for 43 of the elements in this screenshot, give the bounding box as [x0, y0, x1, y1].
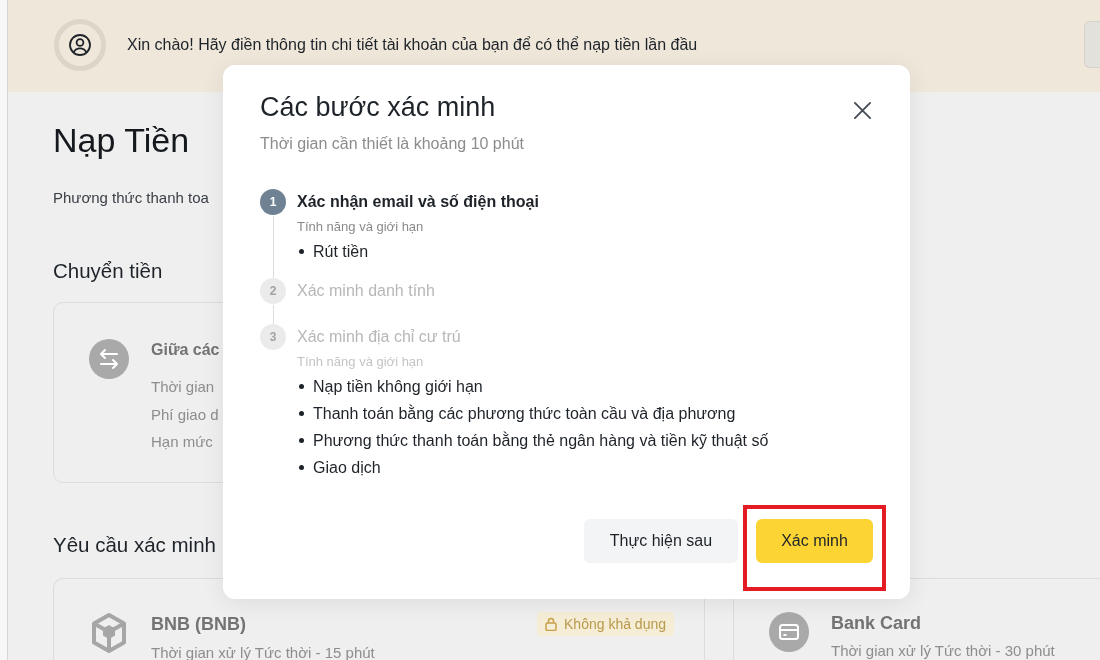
method-detail: Thời gian xử lý Tức thời - 30 phút: [831, 641, 1055, 660]
close-button[interactable]: [853, 101, 872, 120]
feature-text: Phương thức thanh toán bằng thẻ ngân hàng và tiền kỹ thuật số: [313, 430, 769, 451]
cube-icon: [89, 611, 129, 654]
user-icon: [54, 19, 106, 71]
page-subtitle: Phương thức thanh toa: [53, 188, 209, 208]
bullet-icon: [299, 249, 304, 254]
feature-text: Thanh toán bằng các phương thức toàn cầu và địa phương: [313, 403, 736, 424]
method-detail: Phí giao d: [151, 404, 219, 425]
method-title: Bank Card: [831, 611, 922, 634]
swap-arrows-icon: [89, 339, 129, 379]
feature-text: Nạp tiền không giới hạn: [313, 377, 483, 397]
bullet-icon: [299, 384, 304, 389]
lock-icon: [545, 616, 557, 631]
step-number: 3: [260, 324, 286, 350]
method-title: BNB (BNB): [151, 612, 246, 635]
method-title: Giữa các: [151, 340, 220, 360]
banner-message: Xin chào! Hãy điền thông tin chi tiết tài khoản của bạn để có thể nạp tiền lần đầu: [127, 35, 698, 55]
later-button[interactable]: Thực hiện sau: [584, 519, 738, 563]
credit-card-icon: [769, 611, 809, 652]
feature-text: Rút tiền: [313, 242, 369, 262]
method-detail: Hạn mức: [151, 432, 213, 452]
verify-button[interactable]: Xác minh: [756, 519, 873, 563]
dialog-subtitle: Thời gian cần thiết là khoảng 10 phút: [260, 134, 524, 154]
bullet-icon: [299, 411, 304, 416]
tag-text: Không khả dụng: [564, 614, 666, 633]
bullet-icon: [299, 465, 304, 470]
bullet-icon: [299, 438, 304, 443]
page-title: Nạp Tiền: [53, 120, 190, 161]
section-heading: Yêu cầu xác minh: [53, 531, 216, 558]
step-title: Xác minh danh tính: [297, 281, 435, 301]
method-detail: Thời gian xử lý Tức thời - 15 phút: [151, 643, 375, 660]
step-number: 1: [260, 189, 286, 215]
close-icon: [853, 101, 872, 120]
step-title: Xác nhận email và số điện thoại: [297, 192, 539, 212]
feature-text: Giao dịch: [313, 458, 381, 478]
dialog-title: Các bước xác minh: [260, 91, 496, 124]
features-label: Tính năng và giới hạn: [297, 353, 424, 371]
section-heading: Chuyển tiền: [53, 258, 163, 284]
step-number: 2: [260, 278, 286, 304]
step-title: Xác minh địa chỉ cư trú: [297, 327, 461, 347]
method-detail: Thời gian: [151, 377, 215, 397]
features-label: Tính năng và giới hạn: [297, 218, 424, 236]
